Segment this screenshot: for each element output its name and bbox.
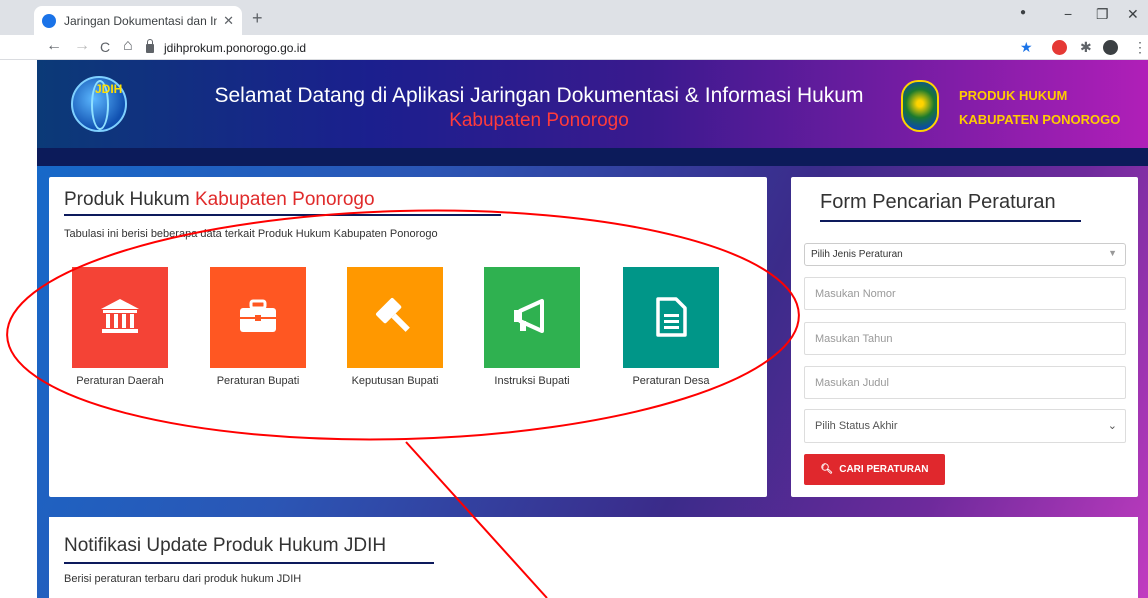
tile-peraturan-daerah[interactable] [72,267,168,368]
new-tab-button[interactable]: + [252,8,263,29]
tahun-input[interactable]: Masukan Tahun [804,322,1126,355]
title-prefix: Produk Hukum [64,189,195,210]
close-window-button[interactable]: ✕ [1127,6,1139,23]
forward-button[interactable]: → [74,37,90,55]
search-icon: 🔍︎ [820,464,834,475]
adblock-icon[interactable] [1052,40,1067,55]
produk-line-1: PRODUK HUKUM [959,88,1068,103]
restore-button[interactable]: ❐ [1096,6,1109,23]
jdih-logo[interactable]: JDIH [71,76,127,132]
briefcase-icon [240,299,276,332]
title-highlight: Kabupaten Ponorogo [194,189,375,210]
address-bar: ← → C ⌂ jdihprokum.ponorogo.go.id ★ ✱ ⋮ [0,35,1148,60]
produk-card-title: Produk Hukum Kabupaten Ponorogo [64,189,375,211]
tile-label-peraturan-daerah[interactable]: Peraturan Daerah [50,375,190,387]
extensions-icon[interactable]: ✱ [1080,39,1092,56]
tile-keputusan-bupati[interactable] [347,267,443,368]
megaphone-icon [514,299,544,333]
url-text: jdihprokum.ponorogo.go.id [164,40,307,55]
tile-label-instruksi-bupati[interactable]: Instruksi Bupati [462,375,602,387]
produk-description: Tabulasi ini berisi beberapa data terkai… [64,228,438,240]
judul-input[interactable]: Masukan Judul [804,366,1126,399]
gavel-icon [376,298,410,332]
form-title: Form Pencarian Peraturan [820,191,1056,213]
notifikasi-description: Berisi peraturan terbaru dari produk huk… [64,573,302,585]
browser-tab[interactable]: Jaringan Dokumentasi dan Inform ✕ [34,6,242,35]
favicon-icon [42,13,56,28]
tile-peraturan-desa[interactable] [623,267,719,368]
account-icon[interactable] [1103,40,1118,55]
chevron-down-icon: ⌄ [1107,420,1117,432]
logo-text: JDIH [95,82,123,96]
status-akhir-select[interactable]: Pilih Status Akhir ⌄ [804,409,1126,443]
form-title-underline [820,220,1081,222]
profile-icon[interactable]: ● [1020,7,1026,18]
minimize-button[interactable]: − [1064,6,1072,22]
close-tab-icon[interactable]: ✕ [223,13,234,29]
nomor-input[interactable]: Masukan Nomor [804,277,1126,310]
menu-icon[interactable]: ⋮ [1133,39,1147,56]
produk-line-2: KABUPATEN PONOROGO [959,112,1121,127]
notifikasi-underline [64,562,434,564]
cari-button-label: CARI PERATURAN [839,464,929,475]
nav-strip [37,148,1148,166]
tile-instruksi-bupati[interactable] [484,267,580,368]
welcome-title: Selamat Datang di Aplikasi Jaringan Doku… [214,84,864,107]
tile-label-keputusan-bupati[interactable]: Keputusan Bupati [325,375,465,387]
welcome-subtitle: Kabupaten Ponorogo [449,110,629,131]
notifikasi-title: Notifikasi Update Produk Hukum JDIH [64,535,387,556]
tab-title: Jaringan Dokumentasi dan Inform [64,13,218,28]
tile-peraturan-bupati[interactable] [210,267,306,368]
search-form-card: Form Pencarian Peraturan Pilih Jenis Per… [791,177,1138,497]
jenis-select-value: Pilih Jenis Peraturan [811,249,903,260]
jenis-peraturan-select[interactable]: Pilih Jenis Peraturan ▼ [804,243,1126,266]
cari-peraturan-button[interactable]: 🔍︎ CARI PERATURAN [804,454,945,485]
title-underline [64,214,501,216]
back-button[interactable]: ← [46,37,62,55]
status-select-value: Pilih Status Akhir [815,420,898,432]
document-icon [656,297,687,337]
notifikasi-card: Notifikasi Update Produk Hukum JDIH Beri… [49,517,1138,598]
bookmark-star-icon[interactable]: ★ [1020,39,1033,56]
dropdown-arrow-icon: ▼ [1108,248,1117,258]
lock-icon [146,39,154,53]
bank-icon [101,299,139,333]
home-button[interactable]: ⌂ [123,37,133,55]
ponorogo-emblem-icon [901,80,939,132]
produk-hukum-heading: PRODUK HUKUM KABUPATEN PONOROGO [959,84,1120,132]
tile-label-peraturan-desa[interactable]: Peraturan Desa [601,375,741,387]
browser-tab-bar: Jaringan Dokumentasi dan Inform ✕ + ● − … [0,0,1148,35]
tile-label-peraturan-bupati[interactable]: Peraturan Bupati [188,375,328,387]
produk-hukum-card: Produk Hukum Kabupaten Ponorogo Tabulasi… [49,177,767,497]
url-field[interactable]: jdihprokum.ponorogo.go.id [146,37,1006,58]
header-banner: JDIH Selamat Datang di Aplikasi Jaringan… [37,60,1148,148]
reload-button[interactable]: C [100,39,110,55]
